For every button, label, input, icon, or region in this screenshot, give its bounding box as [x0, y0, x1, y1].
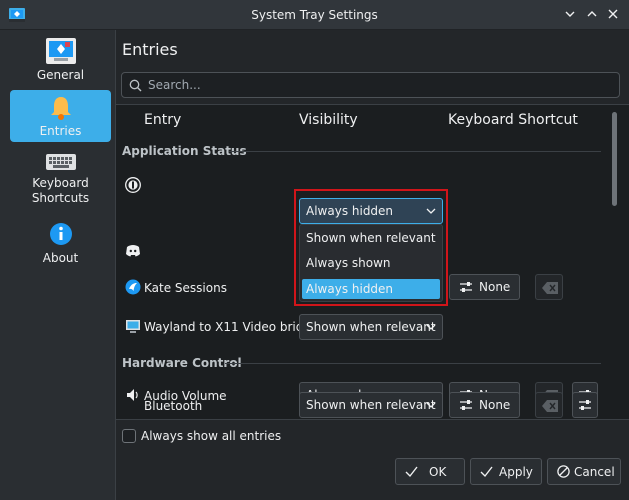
section-divider: [225, 363, 601, 364]
close-icon: [608, 9, 618, 19]
maximize-button[interactable]: [585, 8, 599, 22]
minimize-button[interactable]: [563, 8, 577, 22]
close-button[interactable]: [606, 8, 620, 22]
info-icon: [49, 223, 72, 245]
column-header-visibility: Visibility: [299, 112, 358, 128]
list-scrollbar[interactable]: [610, 105, 629, 419]
show-all-entries-label: Always show all entries: [141, 429, 282, 443]
clear-shortcut-button-bluetooth[interactable]: [535, 392, 563, 418]
sidebar-item-label: About: [42, 251, 79, 265]
configure-icon: [460, 282, 472, 292]
annotation-highlight-box: [294, 189, 448, 306]
main-panel: Entries Entry Visibility Keyboard Shortc…: [116, 30, 629, 500]
configure-icon: [460, 400, 472, 410]
configure-button-bluetooth[interactable]: [572, 392, 598, 418]
entries-list: Entry Visibility Keyboard Shortcut Appli…: [116, 104, 629, 420]
scrollbar-thumb[interactable]: [612, 112, 617, 206]
sidebar-item-keyboard-shortcuts[interactable]: Keyboard Shortcuts: [10, 148, 111, 212]
onepassword-icon: [125, 177, 141, 193]
sidebar-item-general[interactable]: General: [10, 34, 111, 86]
search-icon: [129, 79, 142, 92]
sidebar-item-label: General: [36, 68, 85, 82]
cancel-button[interactable]: Cancel: [547, 458, 621, 485]
keyboard-icon: [45, 154, 76, 170]
chevron-down-icon: [565, 11, 575, 17]
entry-label-kate-sessions: Kate Sessions: [144, 281, 227, 295]
bell-icon: [50, 97, 71, 120]
title-bar: System Tray Settings: [0, 0, 629, 30]
discord-icon: [126, 245, 140, 257]
sidebar-item-label: Keyboard: [32, 176, 89, 190]
visibility-combo-bluetooth[interactable]: Shown when relevant: [299, 392, 443, 418]
speaker-icon: [127, 389, 138, 401]
general-settings-icon: [45, 38, 76, 64]
combo-value: Shown when relevant: [306, 398, 436, 412]
section-divider: [229, 151, 601, 152]
sidebar-item-label: Entries: [39, 124, 82, 138]
check-icon: [405, 466, 418, 478]
check-icon: [480, 466, 493, 478]
chevron-down-icon: [426, 402, 436, 408]
ok-button[interactable]: OK: [395, 458, 465, 485]
chevron-up-icon: [587, 11, 597, 17]
clear-shortcut-button-kate-sessions[interactable]: [535, 274, 563, 300]
sidebar: General Entries Keyboard Shortcuts About: [0, 30, 116, 500]
shortcut-button-bluetooth[interactable]: None: [449, 392, 520, 418]
visibility-combo-wayland-video-bridge[interactable]: Shown when relevant: [299, 314, 443, 340]
window-title: System Tray Settings: [251, 8, 378, 22]
clear-icon: [542, 400, 558, 412]
apply-button[interactable]: Apply: [470, 458, 542, 485]
kate-icon: [125, 279, 141, 295]
sidebar-item-entries[interactable]: Entries: [10, 90, 111, 142]
clear-icon: [542, 282, 558, 294]
shortcut-button-kate-sessions[interactable]: None: [449, 274, 520, 300]
chevron-down-icon: [426, 324, 436, 330]
section-header-application-status: Application Status: [122, 144, 247, 158]
entry-label-bluetooth: Bluetooth: [144, 399, 203, 413]
entry-label-wayland-video-bridge: Wayland to X11 Video bridge: [144, 320, 319, 334]
sidebar-item-label-line2: Shortcuts: [31, 191, 90, 205]
sidebar-item-about[interactable]: About: [10, 220, 111, 270]
search-box[interactable]: [121, 72, 620, 98]
cancel-icon: [557, 465, 570, 478]
shortcut-value: None: [479, 398, 511, 412]
page-title: Entries: [122, 40, 178, 59]
monitor-icon: [126, 320, 140, 333]
shortcut-value: None: [479, 280, 511, 294]
configure-icon: [579, 400, 591, 410]
section-header-hardware-control: Hardware Control: [122, 356, 242, 370]
search-input[interactable]: [146, 76, 606, 94]
combo-value: Shown when relevant: [306, 320, 436, 334]
column-header-shortcut: Keyboard Shortcut: [448, 112, 578, 128]
show-all-entries-checkbox[interactable]: [122, 429, 136, 443]
column-header-entry: Entry: [144, 112, 182, 128]
